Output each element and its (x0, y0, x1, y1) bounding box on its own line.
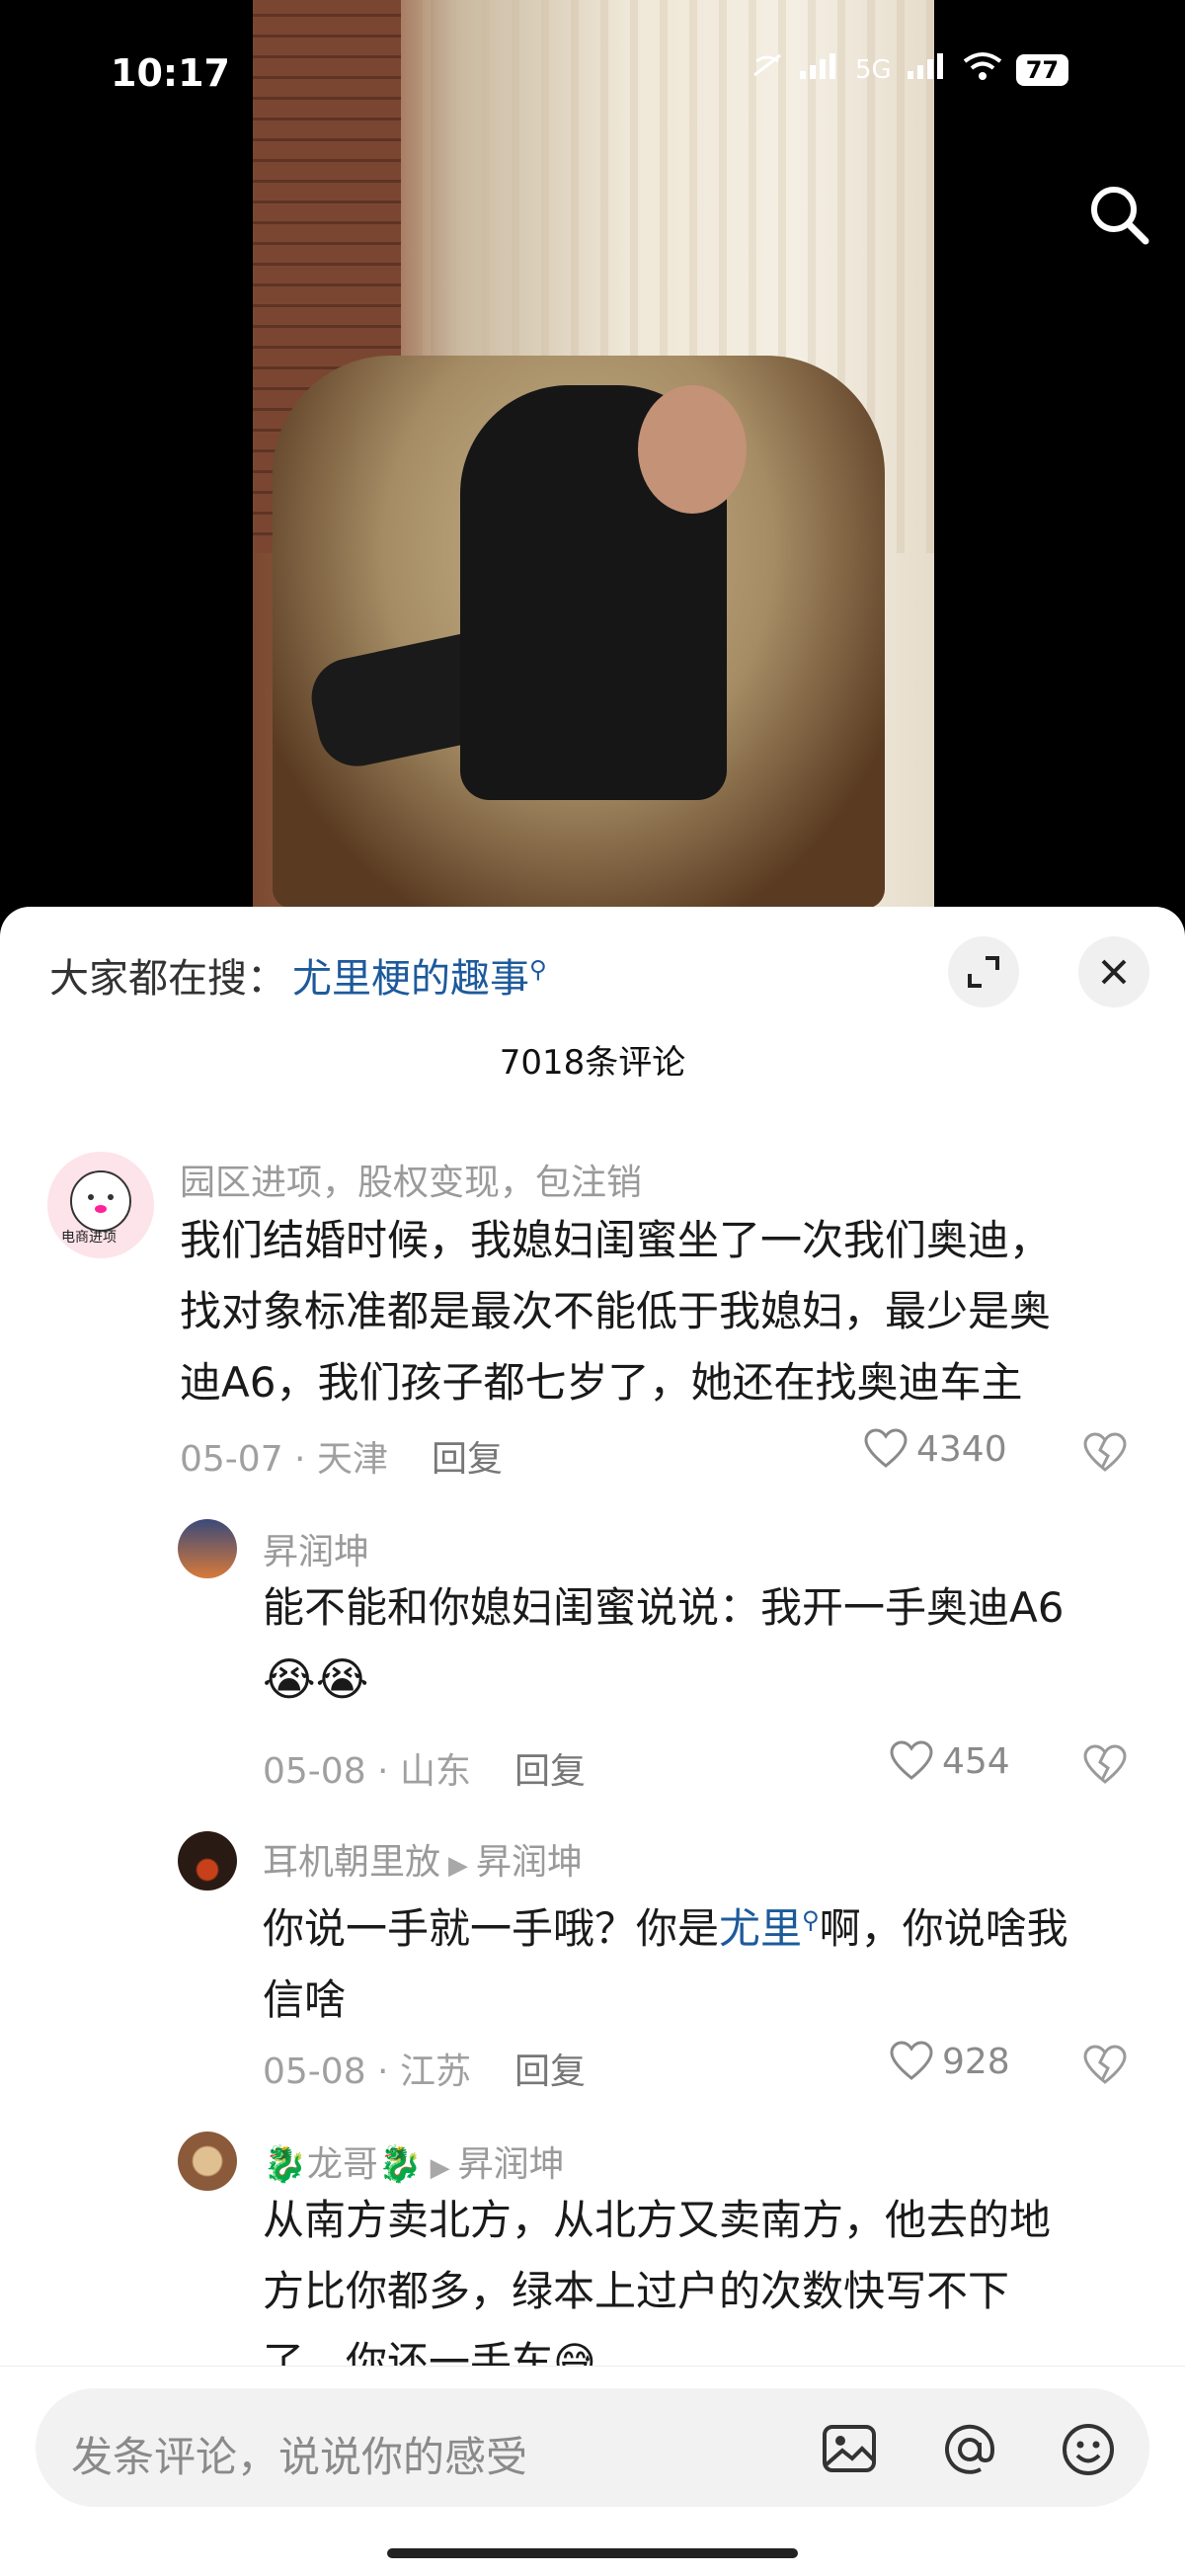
keyword-link[interactable]: 尤里 (719, 1904, 802, 1953)
reply-to-username[interactable]: 昇润坤 (476, 1842, 583, 1883)
comment-date: 05-08 (263, 2052, 366, 2092)
comment-date: 05-07 (180, 1439, 283, 1480)
comment-text: 我们结婚时候，我媳妇闺蜜坐了一次我们奥迪， 找对象标准都是最次不能低于我媳妇，最… (180, 1205, 1147, 1418)
avatar-label: 电商进项 (61, 1230, 117, 1246)
comment-username[interactable]: 昇润坤 (263, 1523, 369, 1574)
trending-search[interactable]: 大家都在搜： 尤里梗的趣事⚲ (49, 946, 547, 1004)
avatar[interactable]: 电商进项 (47, 1152, 154, 1258)
like-button[interactable]: 928 (889, 2041, 1010, 2082)
expand-icon (968, 956, 999, 988)
comment-date: 05-08 (263, 1751, 366, 1792)
comment-line: 找对象标准都是最次不能低于我媳妇，最少是奥 (180, 1287, 1052, 1335)
like-count: 4340 (916, 1428, 1007, 1470)
mute-icon (750, 51, 784, 88)
trending-prefix: 大家都在搜： (49, 956, 286, 1002)
search-icon[interactable] (1084, 180, 1153, 249)
comment-line: 信啥 (263, 1975, 347, 2024)
emoji-cry: 😭😭 (263, 1652, 369, 1706)
image-icon[interactable] (818, 2418, 881, 2481)
broken-heart-icon (1083, 1744, 1127, 1784)
reply-to-username[interactable]: 昇润坤 (458, 2144, 565, 2185)
search-icon: ⚲ (529, 955, 547, 984)
reply-arrow-icon: ▶ (430, 2153, 450, 2183)
dislike-button[interactable] (1082, 2045, 1128, 2095)
network-type: 5G (855, 54, 892, 85)
comment-text-part: 你说一手就一手哦？你是 (263, 1904, 720, 1953)
signal-icon-2 (906, 51, 949, 88)
heart-icon (890, 1740, 933, 1780)
wifi-icon (963, 51, 1002, 88)
comment-location: 山东 (399, 1751, 471, 1792)
comment-input-bar: 发条评论，说说你的感受 (0, 2366, 1185, 2576)
mention-icon[interactable] (938, 2418, 1001, 2481)
comment-input[interactable]: 发条评论，说说你的感受 (36, 2388, 1149, 2507)
comment-location: 江苏 (399, 2052, 471, 2092)
video-player[interactable]: 我还在努力吃饭 吧 10:17 5G 77 (0, 0, 1185, 928)
comment-line: 方比你都多，绿本上过户的次数快写不下 (263, 2267, 1010, 2315)
comment-meta: 05-07 · 天津 回复 (180, 1439, 503, 1480)
search-icon: ⚲ (802, 1906, 820, 1934)
close-button[interactable] (1078, 936, 1149, 1007)
comment-text: 能不能和你媳妇闺蜜说说：我开一手奥迪A6 😭😭 (263, 1572, 1151, 1715)
like-count: 928 (942, 2041, 1010, 2082)
avatar[interactable] (178, 1519, 237, 1578)
like-button[interactable]: 4340 (863, 1428, 1007, 1470)
comment-sheet: 大家都在搜： 尤里梗的趣事⚲ 7018条评论 电商进项 园区进项，股权变现，包注销… (0, 907, 1185, 2576)
comment-username[interactable]: 耳机朝里放 (263, 1842, 440, 1883)
dragon-icon: 🐉 (263, 2144, 307, 2185)
comment-line: 能不能和你媳妇闺蜜说说：我开一手奥迪A6 (263, 1583, 1065, 1632)
status-icons: 5G 77 (750, 51, 1069, 88)
person-head (638, 385, 747, 514)
comment-input-placeholder: 发条评论，说说你的感受 (71, 2433, 528, 2481)
expand-button[interactable] (948, 936, 1019, 1007)
reply-button[interactable]: 回复 (432, 1439, 503, 1480)
like-button[interactable]: 454 (889, 1740, 1010, 1782)
comment-username[interactable]: 龙哥 (307, 2144, 378, 2185)
video-frame (253, 0, 934, 928)
trending-keyword[interactable]: 尤里梗的趣事 (292, 956, 529, 1002)
reply-arrow-icon: ▶ (448, 1851, 469, 1881)
broken-heart-icon (1083, 1432, 1127, 1472)
dragon-icon: 🐉 (377, 2144, 423, 2185)
comment-line: 从南方卖北方，从北方又卖南方，他去的地 (263, 2196, 1052, 2244)
comment-text-part: 啊，你说啥我 (819, 1904, 1068, 1953)
heart-icon (864, 1428, 908, 1468)
comment-username-row: 🐉龙哥🐉 ▶ 昇润坤 (263, 2135, 565, 2187)
comment-line: 迪A6，我们孩子都七岁了，她还在找奥迪车主 (180, 1358, 1023, 1407)
reply-button[interactable]: 回复 (514, 2052, 586, 2092)
comment-meta: 05-08 · 山东 回复 (263, 1751, 586, 1792)
status-time: 10:17 (111, 51, 230, 95)
avatar[interactable] (178, 1831, 237, 1891)
emoji-icon[interactable] (1057, 2418, 1120, 2481)
close-icon (1101, 959, 1127, 985)
dislike-button[interactable] (1082, 1432, 1128, 1483)
comment-text: 你说一手就一手哦？你是尤里⚲啊，你说啥我 信啥 (263, 1885, 1151, 2036)
broken-heart-icon (1083, 2045, 1127, 2084)
comment-username[interactable]: 园区进项，股权变现，包注销 (180, 1154, 642, 1205)
like-count: 454 (942, 1740, 1010, 1782)
signal-icon (798, 51, 841, 88)
comment-line: 我们结婚时候，我媳妇闺蜜坐了一次我们奥迪， (180, 1216, 1052, 1264)
home-indicator[interactable] (387, 2548, 798, 2558)
comment-count: 7018条评论 (499, 1043, 686, 1083)
comment-meta: 05-08 · 江苏 回复 (263, 2052, 586, 2092)
avatar[interactable] (178, 2132, 237, 2191)
battery-indicator: 77 (1015, 53, 1069, 86)
comment-username-row: 耳机朝里放 ▶ 昇润坤 (263, 1833, 583, 1885)
comment-location: 天津 (316, 1439, 388, 1480)
heart-icon (890, 2041, 933, 2080)
dislike-button[interactable] (1082, 1744, 1128, 1795)
reply-button[interactable]: 回复 (514, 1751, 586, 1792)
